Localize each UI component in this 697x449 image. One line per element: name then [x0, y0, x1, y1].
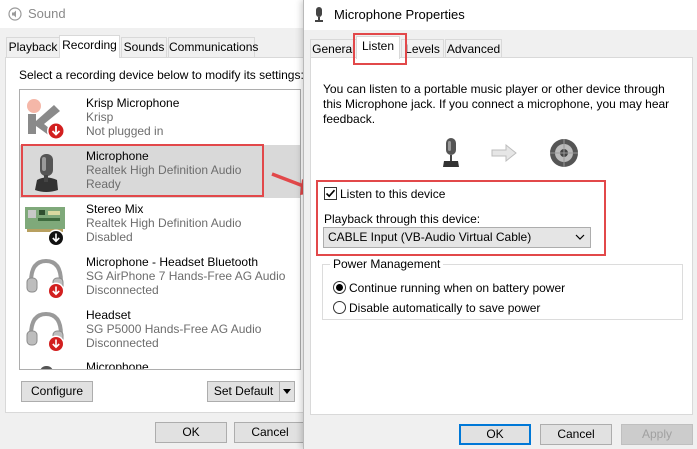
device-name: Microphone - Headset Bluetooth — [86, 255, 259, 269]
krisp-logo-icon — [27, 99, 65, 140]
list-item-stereo-mix[interactable]: Stereo Mix Realtek High Definition Audio… — [20, 198, 300, 251]
mic-title-bar: Microphone Properties — [304, 0, 697, 30]
mic-apply-button[interactable]: Apply — [621, 424, 693, 445]
sound-title-bar: Sound — [0, 0, 310, 28]
device-status: Disabled — [86, 230, 133, 244]
sound-window: Sound Playback Recording Sounds Communic… — [0, 0, 310, 449]
recording-device-list[interactable]: Krisp Microphone Krisp Not plugged in Mi… — [19, 89, 301, 370]
speaker-icon — [8, 7, 22, 21]
list-item-headset[interactable]: Headset SG P5000 Hands-Free AG Audio Dis… — [20, 304, 300, 357]
highlight-box-listen-settings — [316, 180, 606, 256]
device-driver: Realtek High Definition Audio — [86, 216, 242, 230]
tab-recording[interactable]: Recording — [59, 35, 120, 58]
continue-running-label: Continue running when on battery power — [349, 281, 566, 295]
highlight-box-microphone — [21, 144, 264, 197]
sound-card-icon — [25, 207, 65, 247]
device-status: Disconnected — [86, 336, 159, 350]
device-name: Headset — [86, 308, 131, 322]
device-status: Not plugged in — [86, 124, 164, 138]
configure-button[interactable]: Configure — [21, 381, 93, 402]
device-name: Stereo Mix — [86, 202, 144, 216]
tab-levels[interactable]: Levels — [401, 39, 444, 59]
disable-automatically-radio[interactable] — [333, 301, 346, 314]
sound-ok-button[interactable]: OK — [155, 422, 227, 443]
sound-window-title: Sound — [28, 6, 66, 21]
mic-window-title: Microphone Properties — [334, 7, 465, 22]
arrow-right-icon — [491, 144, 517, 162]
microphone-icon — [315, 7, 323, 22]
microphone-icon — [40, 366, 53, 369]
tab-playback[interactable]: Playback — [6, 37, 60, 57]
tab-general[interactable]: General — [310, 39, 357, 59]
device-driver: SG AirPhone 7 Hands-Free AG Audio — [86, 269, 286, 283]
tab-sounds[interactable]: Sounds — [121, 37, 167, 57]
device-status: Disconnected — [86, 283, 159, 297]
microphone-icon — [443, 138, 459, 167]
recording-instruction: Select a recording device below to modif… — [19, 68, 304, 82]
device-name: Microphone — [86, 360, 149, 370]
tab-listen[interactable]: Listen — [356, 36, 400, 59]
sound-cancel-button[interactable]: Cancel — [234, 422, 306, 443]
listen-description: You can listen to a portable music playe… — [323, 82, 670, 126]
dropdown-arrow-icon — [283, 389, 291, 394]
power-management-title: Power Management — [330, 257, 444, 271]
list-item-headset-bluetooth-microphone[interactable]: Microphone - Headset Bluetooth SG AirPho… — [20, 251, 300, 304]
device-driver: Krisp — [86, 110, 114, 124]
tab-communications[interactable]: Communications — [168, 37, 258, 57]
headset-icon — [26, 311, 65, 353]
speaker-icon — [550, 139, 578, 167]
mic-ok-button[interactable]: OK — [459, 424, 531, 445]
mic-cancel-button[interactable]: Cancel — [540, 424, 612, 445]
set-default-button[interactable]: Set Default — [207, 381, 280, 402]
device-driver: SG P5000 Hands-Free AG Audio — [86, 322, 262, 336]
headset-icon — [26, 258, 65, 300]
device-name: Krisp Microphone — [86, 96, 180, 110]
continue-running-radio[interactable] — [333, 281, 346, 294]
disable-automatically-label: Disable automatically to save power — [349, 301, 541, 315]
set-default-dropdown-button[interactable] — [279, 381, 295, 402]
list-item-microphone-2[interactable]: Microphone — [20, 357, 300, 370]
list-item-krisp-microphone[interactable]: Krisp Microphone Krisp Not plugged in — [20, 92, 300, 145]
tab-advanced[interactable]: Advanced — [445, 39, 502, 59]
